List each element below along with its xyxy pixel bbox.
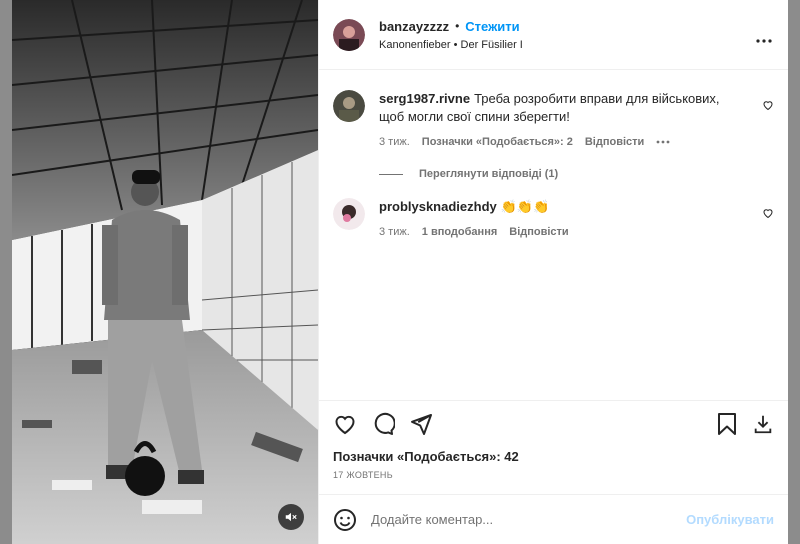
author-avatar[interactable] bbox=[333, 18, 365, 51]
more-options-button[interactable] bbox=[756, 30, 772, 48]
post-likes-count[interactable]: Позначки «Подобається»: 42 bbox=[333, 449, 774, 464]
mute-button[interactable] bbox=[278, 504, 304, 530]
heart-icon[interactable] bbox=[333, 412, 357, 436]
reply-button[interactable]: Відповісти bbox=[509, 226, 568, 238]
header-text: banzayzzzz • Стежити Kanonenfieber • Der… bbox=[379, 19, 523, 51]
reply-button[interactable]: Відповісти bbox=[585, 136, 644, 148]
post-date[interactable]: 17 ЖОВТЕНЬ bbox=[333, 470, 774, 480]
commenter-avatar[interactable] bbox=[333, 198, 365, 230]
comment-time[interactable]: 3 тиж. bbox=[379, 136, 410, 148]
replies-divider bbox=[379, 173, 403, 175]
comment-like-button[interactable] bbox=[762, 206, 774, 224]
comment-meta: 3 тиж. 1 вподобання Відповісти bbox=[379, 226, 581, 238]
follow-button[interactable]: Стежити bbox=[465, 19, 519, 34]
comment-item: problysknadiezhdy 👏👏👏 3 тиж. 1 вподобання… bbox=[333, 198, 774, 238]
comment-text: serg1987.rivne Треба розробити вправи для… bbox=[379, 90, 748, 126]
view-replies-label: Переглянути відповіді (1) bbox=[419, 168, 559, 180]
commenter-username[interactable]: serg1987.rivne bbox=[379, 91, 470, 106]
post-modal: banzayzzzz • Стежити Kanonenfieber • Der… bbox=[12, 0, 788, 544]
share-icon[interactable] bbox=[409, 412, 433, 436]
comment-input[interactable] bbox=[371, 512, 687, 527]
bookmark-icon[interactable] bbox=[716, 412, 738, 436]
comment-text: problysknadiezhdy 👏👏👏 bbox=[379, 198, 581, 216]
post-comment-button[interactable]: Опублікувати bbox=[686, 512, 774, 527]
comment-likes[interactable]: 1 вподобання bbox=[422, 226, 497, 238]
post-actions-section: Позначки «Подобається»: 42 17 ЖОВТЕНЬ bbox=[319, 400, 788, 480]
comment-time[interactable]: 3 тиж. bbox=[379, 226, 410, 238]
post-panel: banzayzzzz • Стежити Kanonenfieber • Der… bbox=[318, 0, 788, 544]
emoji-icon[interactable] bbox=[333, 508, 357, 532]
video-frame bbox=[12, 0, 318, 544]
comment-content: 👏👏👏 bbox=[500, 199, 550, 214]
comment-meta: 3 тиж. Позначки «Подобається»: 2 Відпові… bbox=[379, 136, 748, 148]
commenter-username[interactable]: problysknadiezhdy bbox=[379, 199, 497, 214]
view-replies-button[interactable]: Переглянути відповіді (1) bbox=[379, 168, 774, 180]
comments-list: serg1987.rivne Треба розробити вправи для… bbox=[319, 70, 788, 400]
more-icon bbox=[756, 39, 772, 43]
comment-item: serg1987.rivne Треба розробити вправи для… bbox=[333, 90, 774, 148]
separator-dot: • bbox=[455, 19, 460, 33]
comment-icon[interactable] bbox=[371, 412, 395, 436]
audio-subtitle[interactable]: Kanonenfieber • Der Füsilier I bbox=[379, 39, 523, 51]
more-icon[interactable] bbox=[656, 140, 670, 144]
heart-icon bbox=[763, 209, 773, 219]
author-username[interactable]: banzayzzzz bbox=[379, 19, 449, 34]
commenter-avatar[interactable] bbox=[333, 90, 365, 122]
comment-composer: Опублікувати bbox=[319, 494, 788, 544]
post-video[interactable] bbox=[12, 0, 318, 544]
download-icon[interactable] bbox=[752, 413, 774, 435]
comment-like-button[interactable] bbox=[762, 98, 774, 116]
comment-likes[interactable]: Позначки «Подобається»: 2 bbox=[422, 136, 573, 148]
action-bar bbox=[333, 401, 774, 447]
post-header: banzayzzzz • Стежити Kanonenfieber • Der… bbox=[319, 0, 788, 70]
heart-icon bbox=[763, 101, 773, 111]
mute-icon bbox=[285, 512, 297, 522]
